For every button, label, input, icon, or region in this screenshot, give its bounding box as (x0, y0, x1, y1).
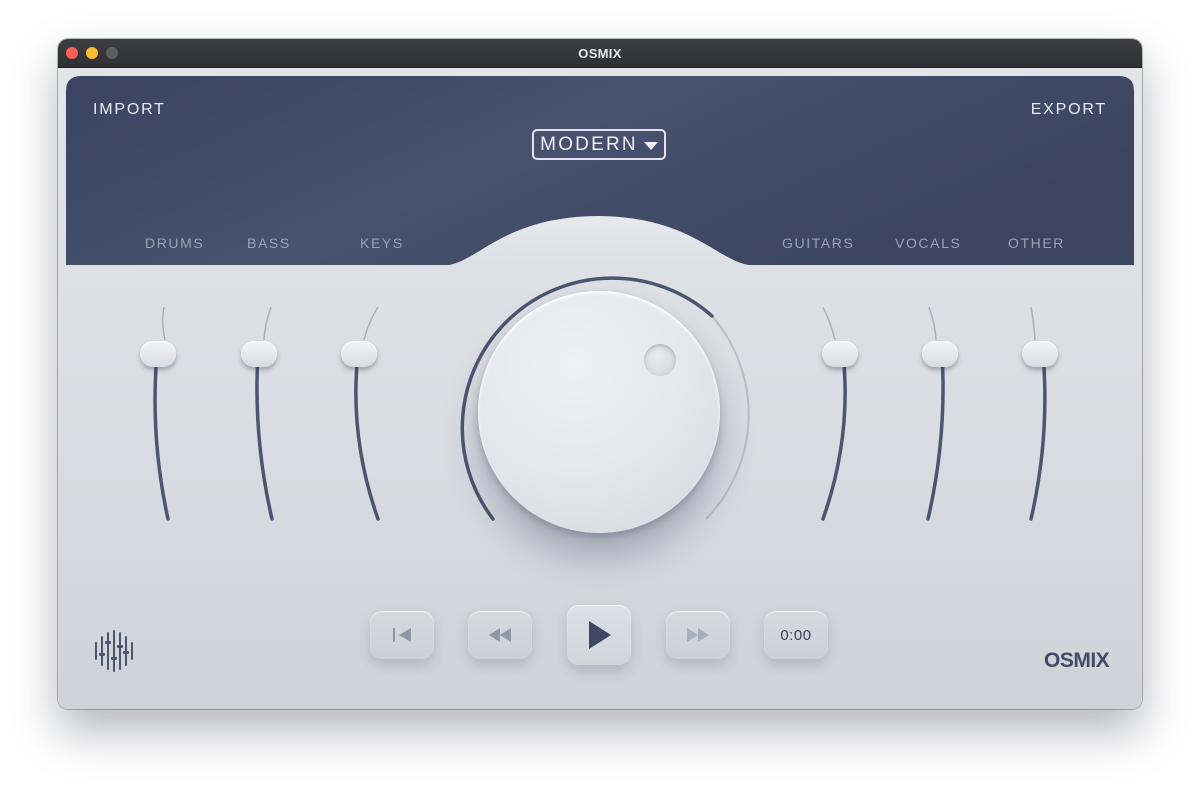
fader-handle-vocals[interactable] (922, 341, 958, 367)
time-value: 0:00 (780, 626, 812, 644)
time-display[interactable]: 0:00 (764, 611, 828, 659)
rewind-icon (489, 628, 511, 642)
caret-down-icon (643, 141, 658, 150)
channel-label-bass: BASS (247, 235, 291, 251)
fader-track-keys (354, 306, 380, 521)
fader-track-drums (153, 306, 170, 521)
fader-handle-bass[interactable] (241, 341, 277, 367)
export-button[interactable]: EXPORT (1031, 101, 1107, 119)
play-button[interactable] (567, 605, 631, 665)
title-bar[interactable]: OSMIX (58, 39, 1142, 68)
fader-handle-keys[interactable] (341, 341, 377, 367)
fader-track-vocals (926, 306, 945, 521)
fader-track-guitars (821, 306, 847, 521)
fader-handle-drums[interactable] (140, 341, 176, 367)
app-window: OSMIX IMPORT EXPORT MODERN DRUMS BASS KE… (58, 39, 1142, 709)
window-title: OSMIX (578, 46, 622, 61)
knob-indicator (644, 344, 676, 376)
import-button[interactable]: IMPORT (93, 101, 166, 119)
equalizer-logo-icon (95, 630, 133, 672)
fader-track-bass (255, 306, 274, 521)
channel-label-drums: DRUMS (145, 235, 205, 251)
channel-label-vocals: VOCALS (895, 235, 962, 251)
channel-label-keys: KEYS (360, 235, 404, 251)
skip-back-button[interactable] (370, 611, 434, 659)
master-knob[interactable] (478, 291, 720, 533)
rewind-button[interactable] (468, 611, 532, 659)
fader-track-other (1029, 306, 1047, 521)
preset-dropdown[interactable]: MODERN (532, 129, 666, 160)
skip-back-icon (393, 628, 411, 642)
channel-label-other: OTHER (1008, 235, 1065, 251)
fader-handle-other[interactable] (1022, 341, 1058, 367)
fast-forward-icon (687, 628, 709, 642)
fader-handle-guitars[interactable] (822, 341, 858, 367)
brand-wordmark: OSMIX (1044, 649, 1110, 672)
channel-label-guitars: GUITARS (782, 235, 855, 251)
fast-forward-button[interactable] (666, 611, 730, 659)
preset-value: MODERN (540, 133, 638, 155)
play-icon (589, 621, 611, 649)
